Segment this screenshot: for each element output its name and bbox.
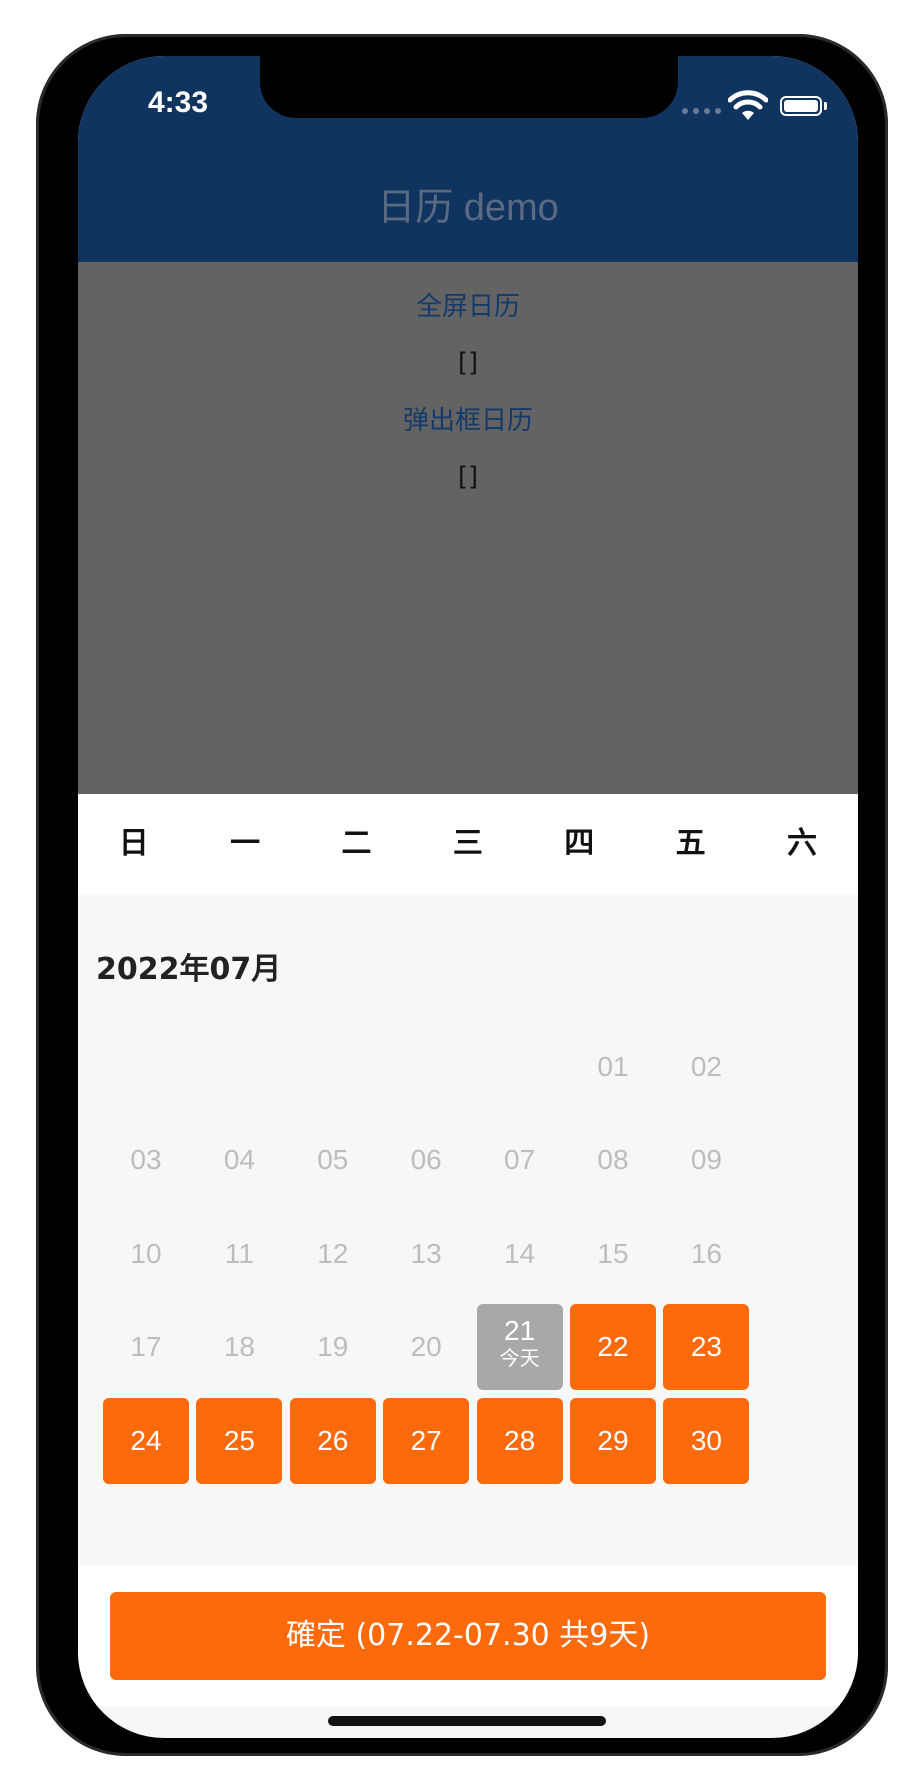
- today-label: 今天: [499, 1348, 540, 1371]
- day-cell-01[interactable]: 01: [570, 1024, 656, 1110]
- page-title: 日历 demo: [377, 187, 559, 229]
- day-number: 27: [410, 1424, 442, 1456]
- day-number: 15: [597, 1237, 629, 1269]
- day-number: 07: [504, 1144, 536, 1176]
- day-cell-06[interactable]: 06: [383, 1117, 469, 1203]
- day-cell-14[interactable]: 14: [477, 1211, 563, 1297]
- day-number: 09: [690, 1144, 722, 1176]
- day-cell-02[interactable]: 02: [663, 1024, 749, 1110]
- day-number: 14: [504, 1237, 536, 1269]
- phone-frame: 4:33 日历 demo 全屏日历 [] 弹出框日历 [] 日 一 二 三 四 …: [36, 34, 888, 1756]
- day-cell-19[interactable]: 19: [290, 1304, 376, 1390]
- fullscreen-result-text: []: [457, 348, 479, 378]
- day-cell-22[interactable]: 22: [570, 1304, 656, 1391]
- day-cell-17[interactable]: 17: [103, 1304, 189, 1390]
- weekday-sun: 日: [118, 826, 149, 861]
- day-cell-29[interactable]: 29: [570, 1397, 656, 1484]
- fullscreen-calendar-link[interactable]: 全屏日历: [78, 286, 858, 323]
- day-cell-27[interactable]: 27: [383, 1397, 470, 1484]
- battery-icon: [780, 96, 822, 116]
- day-number: 18: [223, 1331, 255, 1363]
- popup-calendar-link[interactable]: 弹出框日历: [78, 400, 858, 437]
- dimmed-page-body[interactable]: 全屏日历 [] 弹出框日历 []: [78, 262, 858, 794]
- day-number: 04: [223, 1144, 255, 1176]
- day-cell-15[interactable]: 15: [570, 1211, 656, 1297]
- weekday-fri: 五: [675, 826, 706, 861]
- day-cell-05[interactable]: 05: [290, 1117, 376, 1203]
- day-number: 29: [597, 1424, 629, 1456]
- day-number: 08: [597, 1144, 629, 1176]
- day-number: 11: [224, 1237, 254, 1269]
- phone-screen: 4:33 日历 demo 全屏日历 [] 弹出框日历 [] 日 一 二 三 四 …: [78, 56, 858, 1738]
- day-number: 02: [690, 1051, 722, 1082]
- day-cell-16[interactable]: 16: [663, 1211, 749, 1297]
- day-number: 21: [504, 1315, 536, 1347]
- day-cell-20[interactable]: 20: [383, 1304, 469, 1390]
- day-number: 16: [690, 1237, 722, 1269]
- weekday-sat: 六: [787, 826, 818, 861]
- day-number: 23: [690, 1331, 722, 1363]
- day-cell-09[interactable]: 09: [663, 1117, 749, 1203]
- weekday-mon: 一: [230, 826, 261, 861]
- day-cell-03[interactable]: 03: [103, 1117, 189, 1203]
- day-cell-04[interactable]: 04: [196, 1117, 282, 1203]
- day-number: 12: [317, 1237, 349, 1269]
- day-cell-07[interactable]: 07: [477, 1117, 563, 1203]
- day-number: 17: [130, 1331, 162, 1363]
- day-number: 05: [317, 1144, 349, 1176]
- popup-result-text: []: [457, 462, 479, 492]
- day-cell-08[interactable]: 08: [570, 1117, 656, 1203]
- day-cell-30[interactable]: 30: [663, 1397, 750, 1484]
- day-number: 01: [597, 1051, 629, 1082]
- weekday-thu: 四: [564, 826, 595, 861]
- day-number: 10: [130, 1237, 162, 1269]
- day-cell-11[interactable]: 11: [196, 1211, 282, 1297]
- day-number: 13: [410, 1237, 442, 1269]
- home-indicator: [328, 1716, 606, 1726]
- cellular-signal-icon: [682, 108, 721, 114]
- day-cell-13[interactable]: 13: [383, 1211, 469, 1297]
- day-number: 06: [410, 1144, 442, 1176]
- day-cell-18[interactable]: 18: [196, 1304, 282, 1390]
- weekday-wed: 三: [452, 826, 483, 861]
- confirm-button[interactable]: 確定 (07.22-07.30 共9天): [110, 1592, 826, 1680]
- app-bar: 4:33 日历 demo: [78, 56, 858, 262]
- wifi-icon: [728, 90, 768, 120]
- day-cell-23[interactable]: 23: [663, 1304, 750, 1391]
- weekday-header: 日 一 二 三 四 五 六: [78, 794, 858, 894]
- day-number: 28: [504, 1424, 536, 1456]
- day-cell-26[interactable]: 26: [289, 1397, 376, 1484]
- day-number: 26: [317, 1424, 349, 1456]
- day-cell-21[interactable]: 21 今天: [476, 1304, 563, 1391]
- notch: [260, 56, 678, 118]
- day-cell-28[interactable]: 28: [476, 1397, 563, 1484]
- day-number: 03: [130, 1144, 162, 1176]
- battery-tip: [824, 102, 827, 110]
- day-cell-25[interactable]: 25: [196, 1397, 283, 1484]
- day-number: 25: [223, 1424, 255, 1456]
- day-number: 22: [597, 1331, 629, 1363]
- month-title: 2022年07月: [96, 952, 282, 987]
- day-number: 20: [410, 1331, 442, 1363]
- day-cell-12[interactable]: 12: [290, 1211, 376, 1297]
- day-number: 24: [130, 1424, 162, 1456]
- day-cell-10[interactable]: 10: [103, 1211, 189, 1297]
- status-time: 4:33: [148, 86, 209, 119]
- day-cell-24[interactable]: 24: [103, 1397, 189, 1484]
- day-number: 30: [690, 1424, 722, 1456]
- day-number: 19: [317, 1331, 349, 1363]
- footer-bar: 確定 (07.22-07.30 共9天): [78, 1566, 858, 1706]
- weekday-tue: 二: [341, 826, 372, 861]
